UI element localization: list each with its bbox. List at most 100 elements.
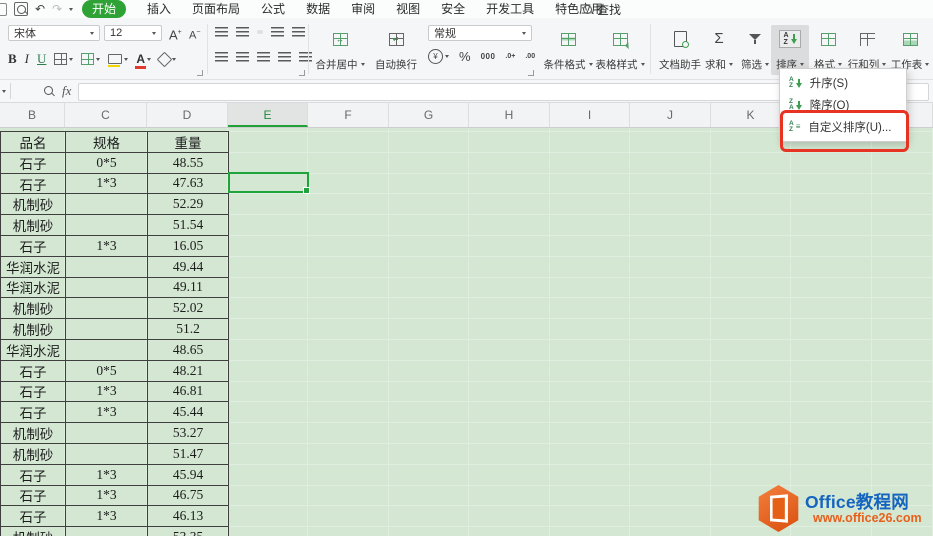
cell[interactable]: 47.63 xyxy=(148,174,229,195)
borders-button[interactable] xyxy=(54,53,73,65)
tab-开发工具[interactable]: 开发工具 xyxy=(486,1,534,17)
cell[interactable]: 机制砂 xyxy=(1,423,66,444)
cell[interactable]: 石子 xyxy=(1,361,66,382)
header-cell[interactable]: 重量 xyxy=(148,132,229,153)
tab-安全[interactable]: 安全 xyxy=(441,1,465,17)
cell[interactable]: 45.44 xyxy=(148,402,229,423)
wrap-text-button[interactable]: ↵ 自动换行 xyxy=(372,25,420,75)
fill-color-button[interactable] xyxy=(108,54,128,64)
font-size-select[interactable]: 12 xyxy=(104,25,162,41)
cell[interactable]: 46.13 xyxy=(148,506,229,527)
conditional-format-button[interactable]: 条件格式 xyxy=(540,25,596,75)
cell[interactable] xyxy=(66,527,148,536)
cell[interactable] xyxy=(66,298,148,319)
cell[interactable] xyxy=(66,278,148,299)
column-header-B[interactable]: B xyxy=(0,103,65,127)
column-header-D[interactable]: D xyxy=(147,103,228,127)
cell[interactable]: 1*3 xyxy=(66,382,148,403)
cell[interactable]: 机制砂 xyxy=(1,319,66,340)
cell[interactable]: 52.29 xyxy=(148,194,229,215)
number-group-dialog-launcher[interactable] xyxy=(528,70,534,76)
column-header-J[interactable]: J xyxy=(630,103,711,127)
cell[interactable]: 49.44 xyxy=(148,257,229,278)
align-group-dialog-launcher[interactable] xyxy=(299,70,305,76)
cell[interactable]: 1*3 xyxy=(66,402,148,423)
header-cell[interactable]: 规格 xyxy=(66,132,148,153)
header-cell[interactable]: 品名 xyxy=(1,132,66,153)
sum-button[interactable]: Σ 求和 xyxy=(700,25,738,75)
align-top-icon[interactable] xyxy=(215,27,228,37)
column-header-E[interactable]: E xyxy=(228,103,308,127)
cell[interactable]: 1*3 xyxy=(66,465,148,486)
selected-cell[interactable] xyxy=(228,172,309,193)
cell[interactable]: 0*5 xyxy=(66,361,148,382)
bold-button[interactable]: B xyxy=(8,51,17,67)
name-box-dropdown-icon[interactable] xyxy=(2,90,6,93)
sort-menu-item-1[interactable]: AZ升序(S) xyxy=(780,72,906,94)
cell[interactable]: 石子 xyxy=(1,382,66,403)
italic-button[interactable]: I xyxy=(25,51,29,67)
cell[interactable]: 16.05 xyxy=(148,236,229,257)
font-group-dialog-launcher[interactable] xyxy=(197,70,203,76)
thousands-separator-button[interactable]: 000 xyxy=(481,52,496,61)
doc-assistant-button[interactable]: 文档助手 xyxy=(654,25,706,75)
column-header-C[interactable]: C xyxy=(65,103,147,127)
tab-审阅[interactable]: 审阅 xyxy=(351,1,375,17)
font-color-button[interactable]: A xyxy=(136,54,151,65)
increase-decimal-button[interactable]: .0+ xyxy=(505,53,515,60)
cell[interactable]: 华润水泥 xyxy=(1,257,66,278)
cell[interactable]: 48.55 xyxy=(148,153,229,174)
cell[interactable] xyxy=(66,319,148,340)
column-header-H[interactable]: H xyxy=(469,103,550,127)
decrease-font-button[interactable]: A− xyxy=(189,25,200,44)
align-right-icon[interactable] xyxy=(257,52,270,62)
number-format-select[interactable]: 常规 xyxy=(428,25,532,41)
table-style-button[interactable]: 表格样式 xyxy=(592,25,648,75)
filter-button[interactable]: 筛选 xyxy=(737,25,773,75)
cell[interactable] xyxy=(66,423,148,444)
increase-indent-icon[interactable] xyxy=(292,27,305,37)
cell[interactable]: 45.94 xyxy=(148,465,229,486)
cell[interactable]: 机制砂 xyxy=(1,215,66,236)
redo-icon[interactable]: ↷ xyxy=(52,3,62,15)
cell[interactable]: 51.47 xyxy=(148,444,229,465)
insert-function-icon[interactable] xyxy=(44,86,53,95)
align-left-icon[interactable] xyxy=(215,52,228,62)
cell-shading-button[interactable] xyxy=(81,53,100,65)
tab-页面布局[interactable]: 页面布局 xyxy=(192,1,240,17)
cell[interactable]: 机制砂 xyxy=(1,444,66,465)
cell[interactable]: 53.27 xyxy=(148,423,229,444)
cell[interactable]: 石子 xyxy=(1,174,66,195)
align-bottom-button[interactable] xyxy=(257,30,263,34)
cell[interactable]: 48.21 xyxy=(148,361,229,382)
cell[interactable]: 机制砂 xyxy=(1,527,66,536)
decrease-indent-icon[interactable] xyxy=(271,27,284,37)
cell[interactable] xyxy=(66,194,148,215)
cell[interactable]: 华润水泥 xyxy=(1,340,66,361)
tab-数据[interactable]: 数据 xyxy=(306,1,330,17)
currency-button[interactable]: ¥ xyxy=(428,49,449,64)
cell[interactable]: 机制砂 xyxy=(1,298,66,319)
cell[interactable]: 1*3 xyxy=(66,486,148,507)
distribute-icon[interactable] xyxy=(299,52,312,62)
cell[interactable]: 51.54 xyxy=(148,215,229,236)
align-center-icon[interactable] xyxy=(236,52,249,62)
cell[interactable] xyxy=(66,444,148,465)
merge-center-button[interactable]: ↔ 合并居中 xyxy=(312,25,368,75)
cell[interactable]: 0*5 xyxy=(66,153,148,174)
cell[interactable]: 石子 xyxy=(1,465,66,486)
align-middle-icon[interactable] xyxy=(236,27,249,37)
tab-插入[interactable]: 插入 xyxy=(147,1,171,17)
cell[interactable]: 1*3 xyxy=(66,174,148,195)
quick-access-dropdown-icon[interactable] xyxy=(69,8,73,11)
cell[interactable]: 华润水泥 xyxy=(1,278,66,299)
cell[interactable] xyxy=(66,257,148,278)
justify-icon[interactable] xyxy=(278,52,291,62)
cell[interactable]: 53.35 xyxy=(148,527,229,536)
tab-开始[interactable]: 开始 xyxy=(82,0,126,18)
cell[interactable]: 49.11 xyxy=(148,278,229,299)
percent-button[interactable]: % xyxy=(459,49,471,64)
font-name-select[interactable]: 宋体 xyxy=(8,25,100,41)
tab-视图[interactable]: 视图 xyxy=(396,1,420,17)
cell[interactable] xyxy=(66,340,148,361)
